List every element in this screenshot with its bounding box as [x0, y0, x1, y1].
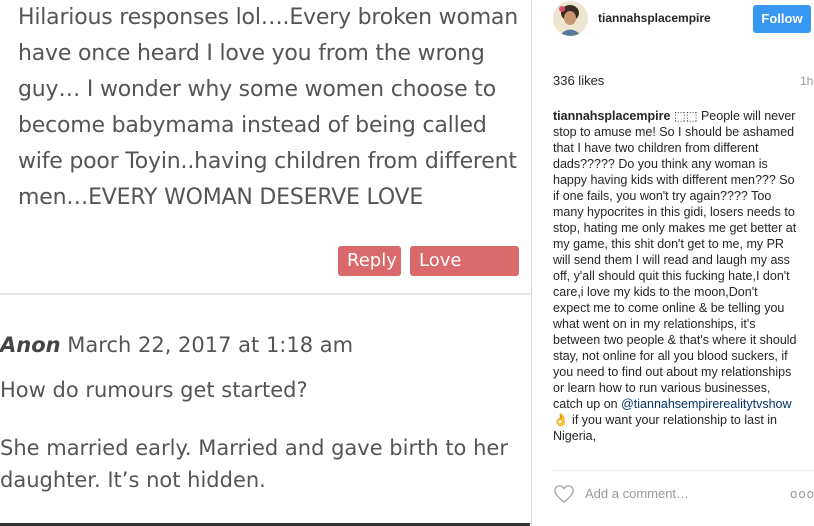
comment-text: Hilarious responses lol….Every broken wo…	[18, 5, 518, 210]
follow-button[interactable]: Follow	[753, 5, 811, 33]
love-count: 5	[465, 280, 479, 302]
likes-count[interactable]: 336 likes	[553, 73, 604, 88]
heart-icon[interactable]	[553, 484, 575, 504]
avatar[interactable]	[553, 1, 588, 36]
comment-section: Hilarious responses lol….Every broken wo…	[0, 0, 530, 526]
post-username[interactable]: tiannahsplacempire	[598, 11, 711, 25]
comment-paragraph: How do rumours get started?	[0, 378, 308, 402]
caption-text: ⬚⬚ People will never stop to amuse me! S…	[553, 109, 797, 411]
comment-paragraph: She married early. Married and gave birt…	[0, 436, 508, 492]
comment-meta: Anon March 22, 2017 at 1:18 am	[0, 333, 353, 357]
more-options-icon[interactable]: ooo	[790, 487, 814, 501]
instagram-post-panel: tiannahsplacempire Follow 336 likes 1h t…	[531, 0, 814, 526]
caption-text-end: 👌 if you want your relationship to last …	[553, 413, 778, 443]
post-time[interactable]: 1h	[800, 74, 813, 88]
caption-username[interactable]: tiannahsplacempire	[553, 109, 670, 123]
comment-date[interactable]: March 22, 2017 at 1:18 am	[67, 333, 353, 357]
add-comment-input[interactable]: Add a comment…	[585, 486, 689, 501]
comment-separator	[553, 470, 814, 471]
post-header: tiannahsplacempire Follow	[532, 0, 814, 40]
comment-author[interactable]: Anon	[0, 333, 61, 357]
post-caption: tiannahsplacempire ⬚⬚ People will never …	[553, 108, 797, 458]
comment-divider	[0, 293, 530, 295]
reply-button[interactable]: Reply	[338, 246, 401, 276]
caption-mention-link[interactable]: @tiannahsempirerealitytvshow	[621, 397, 791, 411]
love-this-button[interactable]: Love this! 5	[410, 246, 519, 302]
